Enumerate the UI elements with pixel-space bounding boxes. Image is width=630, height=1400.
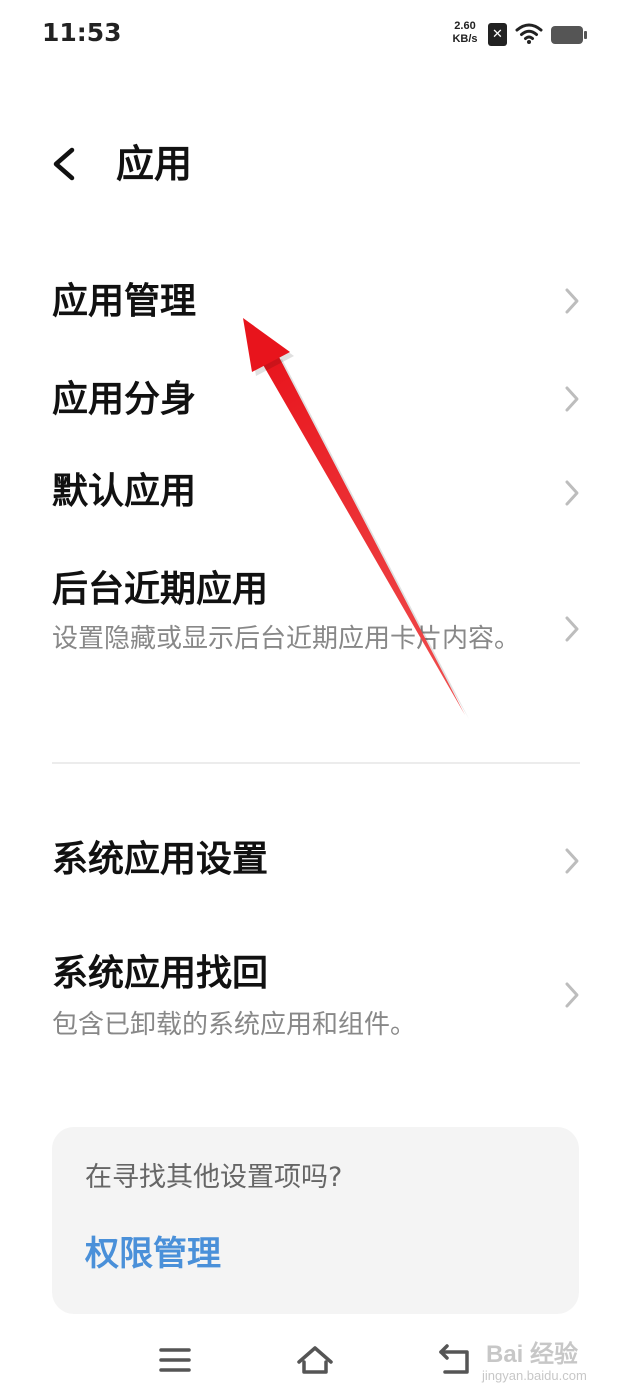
suggestion-card: 在寻找其他设置项吗? 权限管理: [52, 1127, 579, 1314]
chevron-right-icon: [565, 480, 579, 506]
chevron-right-icon: [565, 848, 579, 874]
menu-item-default-apps[interactable]: 默认应用: [0, 460, 630, 530]
menu-item-description: 设置隐藏或显示后台近期应用卡片内容。: [52, 624, 521, 654]
watermark-brand: Bai 经验: [486, 1341, 579, 1368]
page-title: 应用: [116, 142, 193, 186]
menu-item-title: 系统应用找回: [52, 953, 269, 994]
watermark-url: jingyan.baidu.com: [482, 1368, 587, 1383]
menu-item-system-app-recovery[interactable]: 系统应用找回 包含已卸载的系统应用和组件。: [0, 942, 630, 1052]
menu-item-recent-background-apps[interactable]: 后台近期应用 设置隐藏或显示后台近期应用卡片内容。: [0, 560, 630, 700]
wifi-icon: [515, 23, 543, 44]
menu-item-description: 包含已卸载的系统应用和组件。: [52, 1010, 417, 1040]
status-time: 11:53: [42, 18, 122, 47]
network-speed-unit: KB/s: [452, 33, 478, 45]
chevron-right-icon: [565, 288, 579, 314]
back-arrow-icon[interactable]: [44, 142, 84, 186]
battery-icon: [551, 26, 587, 44]
chevron-right-icon: [565, 616, 579, 642]
header: 应用: [0, 120, 630, 210]
menu-icon[interactable]: [155, 1340, 195, 1380]
menu-item-title: 后台近期应用: [52, 569, 269, 610]
menu-item-app-clone[interactable]: 应用分身: [0, 368, 630, 438]
baidu-jingyan-watermark: Bai 经验 jingyan.baidu.com: [480, 1330, 625, 1395]
menu-item-title: 应用管理: [52, 281, 197, 322]
menu-item-title: 默认应用: [52, 471, 197, 512]
suggestion-question: 在寻找其他设置项吗?: [85, 1162, 343, 1193]
section-divider: [52, 762, 580, 764]
back-icon[interactable]: [435, 1340, 475, 1380]
menu-item-app-management[interactable]: 应用管理: [0, 270, 630, 340]
menu-item-system-app-settings[interactable]: 系统应用设置: [0, 828, 630, 898]
status-bar: 11:53 2.60 KB/s ✕: [0, 0, 630, 70]
network-speed-value: 2.60: [454, 20, 476, 32]
permission-management-link[interactable]: 权限管理: [85, 1232, 221, 1276]
menu-item-title: 系统应用设置: [52, 839, 269, 880]
menu-item-title: 应用分身: [52, 379, 197, 420]
chevron-right-icon: [565, 982, 579, 1008]
sim-disabled-icon: ✕: [488, 23, 507, 46]
home-icon[interactable]: [295, 1340, 335, 1380]
network-speed: 2.60 KB/s: [444, 20, 486, 46]
chevron-right-icon: [565, 386, 579, 412]
